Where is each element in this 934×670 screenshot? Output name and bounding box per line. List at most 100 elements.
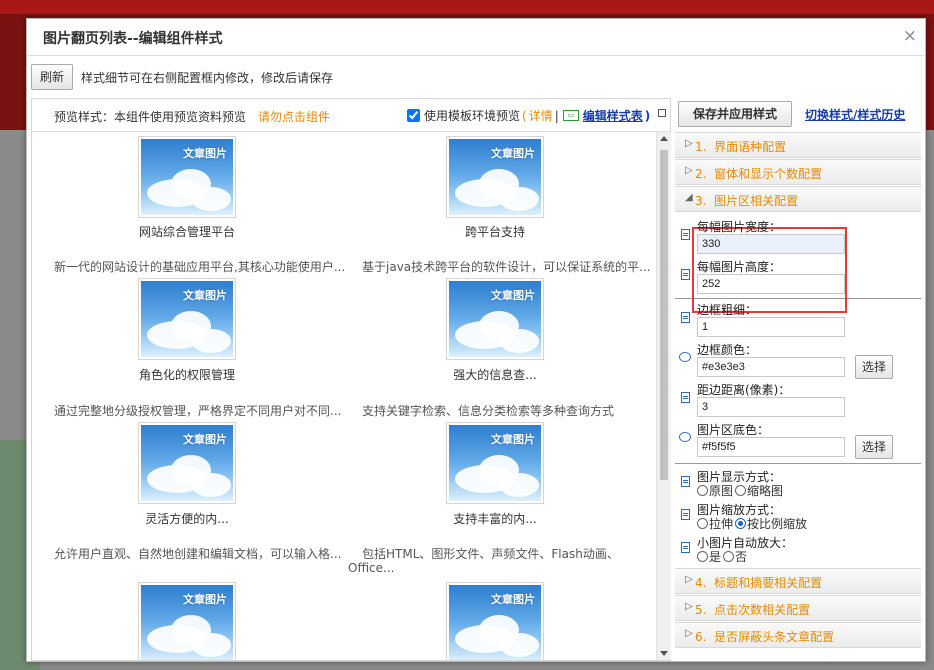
text-field-icon <box>681 269 690 280</box>
save-apply-button[interactable]: 保存并应用样式 <box>678 101 793 127</box>
section-4[interactable]: ▷ 4. 标题和摘要相关配置 <box>675 568 921 594</box>
detail-link[interactable]: 详情 <box>529 107 553 124</box>
section-2[interactable]: ▷ 2. 窗体和显示个数配置 <box>675 159 921 185</box>
dialog-title: 图片翻页列表--编辑组件样式 <box>43 31 223 47</box>
radio-label: 否 <box>735 550 748 564</box>
section-title: 窗体和显示个数配置 <box>714 167 823 181</box>
img-width-label: 每幅图片宽度： <box>697 220 782 234</box>
border-color-input[interactable] <box>697 357 845 377</box>
option-icon <box>681 476 690 487</box>
use-template-label: 使用模板环境预览 <box>424 109 521 123</box>
radio-stretch[interactable] <box>697 518 708 529</box>
section-index: 1. <box>695 140 707 154</box>
thumbnail-image[interactable]: 文章图片 <box>446 136 544 218</box>
border-color-field: 边框颜色： 选择 <box>675 339 921 379</box>
item-caption[interactable]: 灵活方便的内... <box>138 510 236 527</box>
backdrop-topbar <box>0 0 934 14</box>
thumb-watermark: 文章图片 <box>491 147 535 160</box>
section-title: 标题和摘要相关配置 <box>714 576 823 590</box>
section-6[interactable]: ▷ 6. 是否屏蔽头条文章配置 <box>675 622 921 648</box>
padding-label: 距边距离(像素)： <box>697 383 791 397</box>
choose-border-color-button[interactable]: 选择 <box>855 355 894 379</box>
refresh-button[interactable]: 刷新 <box>31 64 74 90</box>
img-height-label: 每幅图片高度： <box>697 260 782 274</box>
item-caption[interactable]: 跨平台支持 <box>446 223 544 240</box>
radio-thumbnail[interactable] <box>735 485 747 496</box>
bg-color-label: 图片区底色： <box>697 423 770 437</box>
thumbnail-image[interactable]: 文章图片 <box>446 278 544 360</box>
stylesheet-icon: ▭ <box>562 110 579 121</box>
auto-zoom-field: 小图片自动放大： 是 否 <box>675 534 921 567</box>
expanded-triangle-icon: ◢ <box>685 192 693 203</box>
use-template-checkbox[interactable] <box>407 109 420 122</box>
thumbnail-image[interactable]: 文章图片 <box>138 582 236 660</box>
option-icon <box>681 542 690 553</box>
item-caption[interactable]: 角色化的权限管理 <box>138 366 236 383</box>
thumbnail-image[interactable]: 文章图片 <box>138 278 236 360</box>
scroll-up-arrow-icon[interactable] <box>660 136 668 141</box>
radio-yes[interactable] <box>697 551 708 562</box>
thumbnail-image[interactable]: 文章图片 <box>446 422 544 504</box>
section-1[interactable]: ▷ 1. 界面语种配置 <box>675 132 921 158</box>
section-3[interactable]: ◢ 3. 图片区相关配置 <box>675 186 921 212</box>
section-5[interactable]: ▷ 5. 点击次数相关配置 <box>675 595 921 621</box>
preview-panel: 预览样式：本组件使用预览资料预览 请勿点击组件 使用模板环境预览 (详情 | ▭… <box>31 98 671 661</box>
scrollbar-thumb[interactable] <box>660 150 668 480</box>
edit-paren-close: ) <box>644 108 651 123</box>
text-field-icon <box>681 312 690 323</box>
preview-grid: 文章图片 网站综合管理平台 文章图片 跨平台支持 新一代的网站设计的基础应用平台… <box>32 132 656 660</box>
item-desc-cont: Office... <box>348 561 395 575</box>
detail-paren-open: ( <box>522 108 527 123</box>
section-title: 界面语种配置 <box>714 140 787 154</box>
palette-icon <box>679 352 691 362</box>
thumb-watermark: 文章图片 <box>183 593 227 606</box>
item-desc: 基于java技术跨平台的软件设计，可以保证系统的平... <box>362 260 651 274</box>
close-icon[interactable]: × <box>903 26 917 46</box>
window-icon[interactable] <box>658 109 666 117</box>
scale-mode-field: 图片缩放方式： 拉伸 按比例缩放 <box>675 501 921 534</box>
config-header: 保存并应用样式 切换样式/样式历史 <box>675 98 921 130</box>
border-width-input[interactable] <box>697 317 845 337</box>
thumb-watermark: 文章图片 <box>183 289 227 302</box>
collapsed-triangle-icon: ▷ <box>685 574 693 585</box>
radio-label: 拉伸 <box>709 517 734 531</box>
divider <box>675 463 921 464</box>
border-width-field: 边框粗细： <box>675 299 921 339</box>
preview-options: 使用模板环境预览 (详情 | ▭ 编辑样式表) <box>407 107 650 124</box>
radio-label: 是 <box>709 550 722 564</box>
img-width-input[interactable] <box>697 234 845 254</box>
text-field-icon <box>681 229 690 240</box>
bg-color-field: 图片区底色： 选择 <box>675 419 921 459</box>
thumbnail-image[interactable]: 文章图片 <box>138 422 236 504</box>
palette-icon <box>679 432 691 442</box>
choose-bg-color-button[interactable]: 选择 <box>855 435 894 459</box>
padding-input[interactable] <box>697 397 845 417</box>
item-caption[interactable]: 网站综合管理平台 <box>138 223 236 240</box>
radio-no[interactable] <box>723 551 735 562</box>
thumbnail-image[interactable]: 文章图片 <box>138 136 236 218</box>
border-color-label: 边框颜色： <box>697 343 758 357</box>
radio-original[interactable] <box>697 485 708 496</box>
item-desc: 新一代的网站设计的基础应用平台,其核心功能使用户... <box>54 260 346 274</box>
edit-stylesheet-link[interactable]: 编辑样式表 <box>583 107 643 124</box>
collapsed-triangle-icon: ▷ <box>685 165 693 176</box>
radio-label: 原图 <box>709 484 734 498</box>
radio-label: 按比例缩放 <box>747 517 808 531</box>
thumb-watermark: 文章图片 <box>183 433 227 446</box>
item-caption[interactable]: 支持丰富的内... <box>446 510 544 527</box>
scroll-down-arrow-icon[interactable] <box>660 651 668 656</box>
text-field-icon <box>681 392 690 403</box>
item-desc: 通过完整地分级授权管理，严格界定不同用户对不同... <box>54 404 342 418</box>
bg-color-input[interactable] <box>697 437 845 457</box>
radio-proportional[interactable] <box>735 518 747 529</box>
item-desc: 包括HTML、图形文件、声频文件、Flash动画、 <box>362 547 619 561</box>
preview-scrollbar[interactable] <box>656 132 671 660</box>
thumbnail-image[interactable]: 文章图片 <box>446 582 544 660</box>
img-height-input[interactable] <box>697 274 845 294</box>
switch-style-link[interactable]: 切换样式/样式历史 <box>805 106 905 123</box>
config-panel: 保存并应用样式 切换样式/样式历史 ▷ 1. 界面语种配置 ▷ 2. 窗体和显示个数… <box>675 98 921 661</box>
preview-warning: 请勿点击组件 <box>258 110 331 124</box>
option-icon <box>681 509 690 520</box>
item-caption[interactable]: 强大的信息查... <box>446 366 544 383</box>
dialog-header: 图片翻页列表--编辑组件样式 × <box>27 19 925 56</box>
